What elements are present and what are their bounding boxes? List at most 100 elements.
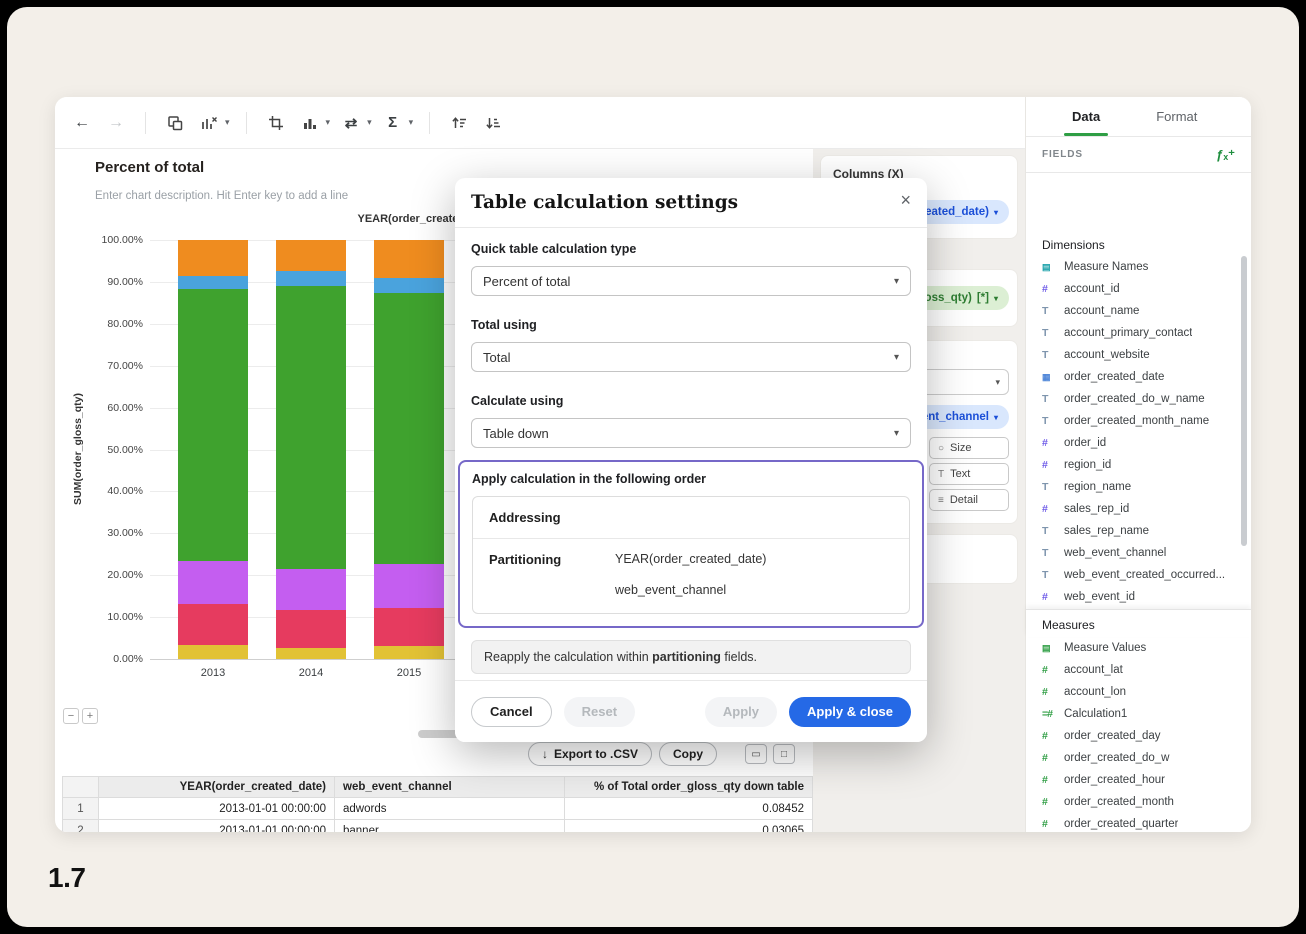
calculate-using-select[interactable]: Table down ▾ [471, 418, 911, 448]
bar-segment[interactable] [276, 648, 346, 659]
field-item[interactable]: # order_created_quarter [1026, 813, 1251, 832]
field-item[interactable]: # region_id [1026, 454, 1251, 476]
bar-segment[interactable] [178, 645, 248, 659]
reset-button[interactable]: Reset [563, 696, 636, 727]
column-header[interactable]: % of Total order_gloss_qty down table [564, 776, 813, 798]
field-label: Calculation1 [1064, 708, 1128, 720]
cancel-button[interactable]: Cancel [471, 696, 552, 727]
chart-description-input[interactable]: Enter chart description. Hit Enter key t… [95, 190, 348, 202]
bar-segment[interactable] [178, 560, 248, 605]
bar-segment[interactable] [374, 278, 444, 294]
bar-segment[interactable] [374, 646, 444, 659]
partitioning-field[interactable]: web_event_channel [615, 583, 766, 597]
table-row[interactable]: 1 2013-01-01 00:00:00 adwords 0.08452 [62, 797, 813, 820]
field-item[interactable]: ▤ Measure Values [1026, 637, 1251, 659]
sigma-icon[interactable]: Σ [380, 110, 406, 136]
chart-type-icon[interactable] [297, 110, 323, 136]
field-item[interactable]: =# Calculation1 [1026, 703, 1251, 725]
field-item[interactable]: Taccount_primary_contact [1026, 322, 1251, 344]
tab-format[interactable]: Format [1156, 97, 1197, 136]
measures-section: Measures [1026, 609, 1251, 637]
size-icon: ○ [938, 442, 945, 454]
column-header[interactable]: web_event_channel [334, 776, 565, 798]
apply-button[interactable]: Apply [704, 696, 778, 727]
field-item[interactable]: # account_id [1026, 278, 1251, 300]
maximize-table-icon[interactable]: □ [773, 744, 795, 764]
field-item[interactable]: # account_lat [1026, 659, 1251, 681]
bar-segment[interactable] [178, 240, 248, 277]
field-item[interactable]: # order_created_hour [1026, 769, 1251, 791]
table-row[interactable]: 2 2013-01-01 00:00:00 banner 0.03065 [62, 819, 813, 832]
bar-segment[interactable] [178, 276, 248, 290]
stacked-bar[interactable] [276, 240, 346, 659]
field-item[interactable]: # account_lon [1026, 681, 1251, 703]
size-button[interactable]: ○ Size [929, 437, 1009, 459]
field-label: web_event_channel [1064, 547, 1167, 559]
back-icon[interactable]: ← [69, 110, 95, 136]
zoom-in-button[interactable]: + [82, 708, 98, 724]
field-label: order_created_quarter [1064, 818, 1179, 830]
bar-segment[interactable] [374, 608, 444, 646]
minimize-table-icon[interactable]: ▭ [745, 744, 767, 764]
tab-data[interactable]: Data [1072, 97, 1100, 136]
field-item[interactable]: # order_created_do_w [1026, 747, 1251, 769]
quick-calc-select[interactable]: Percent of total ▾ [471, 266, 911, 296]
hash-green-icon: # [1042, 730, 1048, 742]
chevron-down-icon[interactable]: ▾ [225, 117, 230, 128]
field-item[interactable]: # sales_rep_id [1026, 498, 1251, 520]
duplicate-icon[interactable] [162, 110, 188, 136]
detail-button[interactable]: ≡ Detail [929, 489, 1009, 511]
fields-scrollbar[interactable] [1241, 256, 1247, 546]
partitioning-field[interactable]: YEAR(order_created_date) [615, 552, 766, 566]
stacked-bar[interactable] [374, 240, 444, 659]
apply-close-button[interactable]: Apply & close [789, 696, 911, 727]
hash-green-icon: # [1042, 796, 1048, 808]
stacked-bar[interactable] [178, 240, 248, 659]
y-tick-label: 0.00% [113, 653, 143, 665]
bar-segment[interactable] [276, 240, 346, 271]
remove-chart-icon[interactable] [196, 110, 222, 136]
field-item[interactable]: # order_created_month [1026, 791, 1251, 813]
field-item[interactable]: Taccount_name [1026, 300, 1251, 322]
sort-descending-icon[interactable] [480, 110, 506, 136]
field-item[interactable]: Tweb_event_created_occurred... [1026, 564, 1251, 586]
field-item[interactable]: Tregion_name [1026, 476, 1251, 498]
chevron-down-icon[interactable]: ▾ [409, 117, 414, 128]
y-tick-label: 60.00% [107, 401, 143, 414]
swap-axes-icon[interactable]: ⇄ [338, 110, 364, 136]
create-calculation-icon[interactable]: ƒₓ⁺ [1216, 147, 1235, 163]
bar-segment[interactable] [374, 293, 444, 564]
text-button[interactable]: T Text [929, 463, 1009, 485]
export-csv-button[interactable]: ↓ Export to .CSV [528, 742, 653, 766]
bar-segment[interactable] [178, 289, 248, 561]
field-item[interactable]: # order_created_day [1026, 725, 1251, 747]
total-using-select[interactable]: Total ▾ [471, 342, 911, 372]
field-item[interactable]: # order_id [1026, 432, 1251, 454]
bar-segment[interactable] [178, 604, 248, 646]
bar-segment[interactable] [276, 569, 346, 610]
field-item[interactable]: Tsales_rep_name [1026, 520, 1251, 542]
bar-segment[interactable] [374, 563, 444, 609]
chevron-down-icon[interactable]: ▾ [326, 117, 331, 128]
bar-segment[interactable] [276, 285, 346, 570]
close-icon[interactable]: × [900, 191, 911, 209]
text-label: Text [950, 468, 971, 480]
y-axis-ticks: 100.00% 90.00% 80.00% 70.00% 60.00% 50.00% 40.… [55, 234, 143, 665]
forward-icon[interactable]: → [103, 110, 129, 136]
field-item[interactable]: Taccount_website [1026, 344, 1251, 366]
copy-button[interactable]: Copy [659, 742, 717, 766]
bar-segment[interactable] [374, 240, 444, 279]
chevron-down-icon[interactable]: ▾ [367, 117, 372, 128]
field-item[interactable]: Torder_created_month_name [1026, 410, 1251, 432]
bar-segment[interactable] [276, 270, 346, 286]
field-item[interactable]: ▤ Measure Names [1026, 256, 1251, 278]
crop-icon[interactable] [263, 110, 289, 136]
zoom-out-button[interactable]: − [63, 708, 79, 724]
field-item[interactable]: Torder_created_do_w_name [1026, 388, 1251, 410]
field-item[interactable]: # web_event_id [1026, 586, 1251, 608]
field-item[interactable]: Tweb_event_channel [1026, 542, 1251, 564]
column-header[interactable]: YEAR(order_created_date) [98, 776, 335, 798]
bar-segment[interactable] [276, 609, 346, 649]
sort-ascending-icon[interactable] [446, 110, 472, 136]
field-item[interactable]: ▦ order_created_date [1026, 366, 1251, 388]
